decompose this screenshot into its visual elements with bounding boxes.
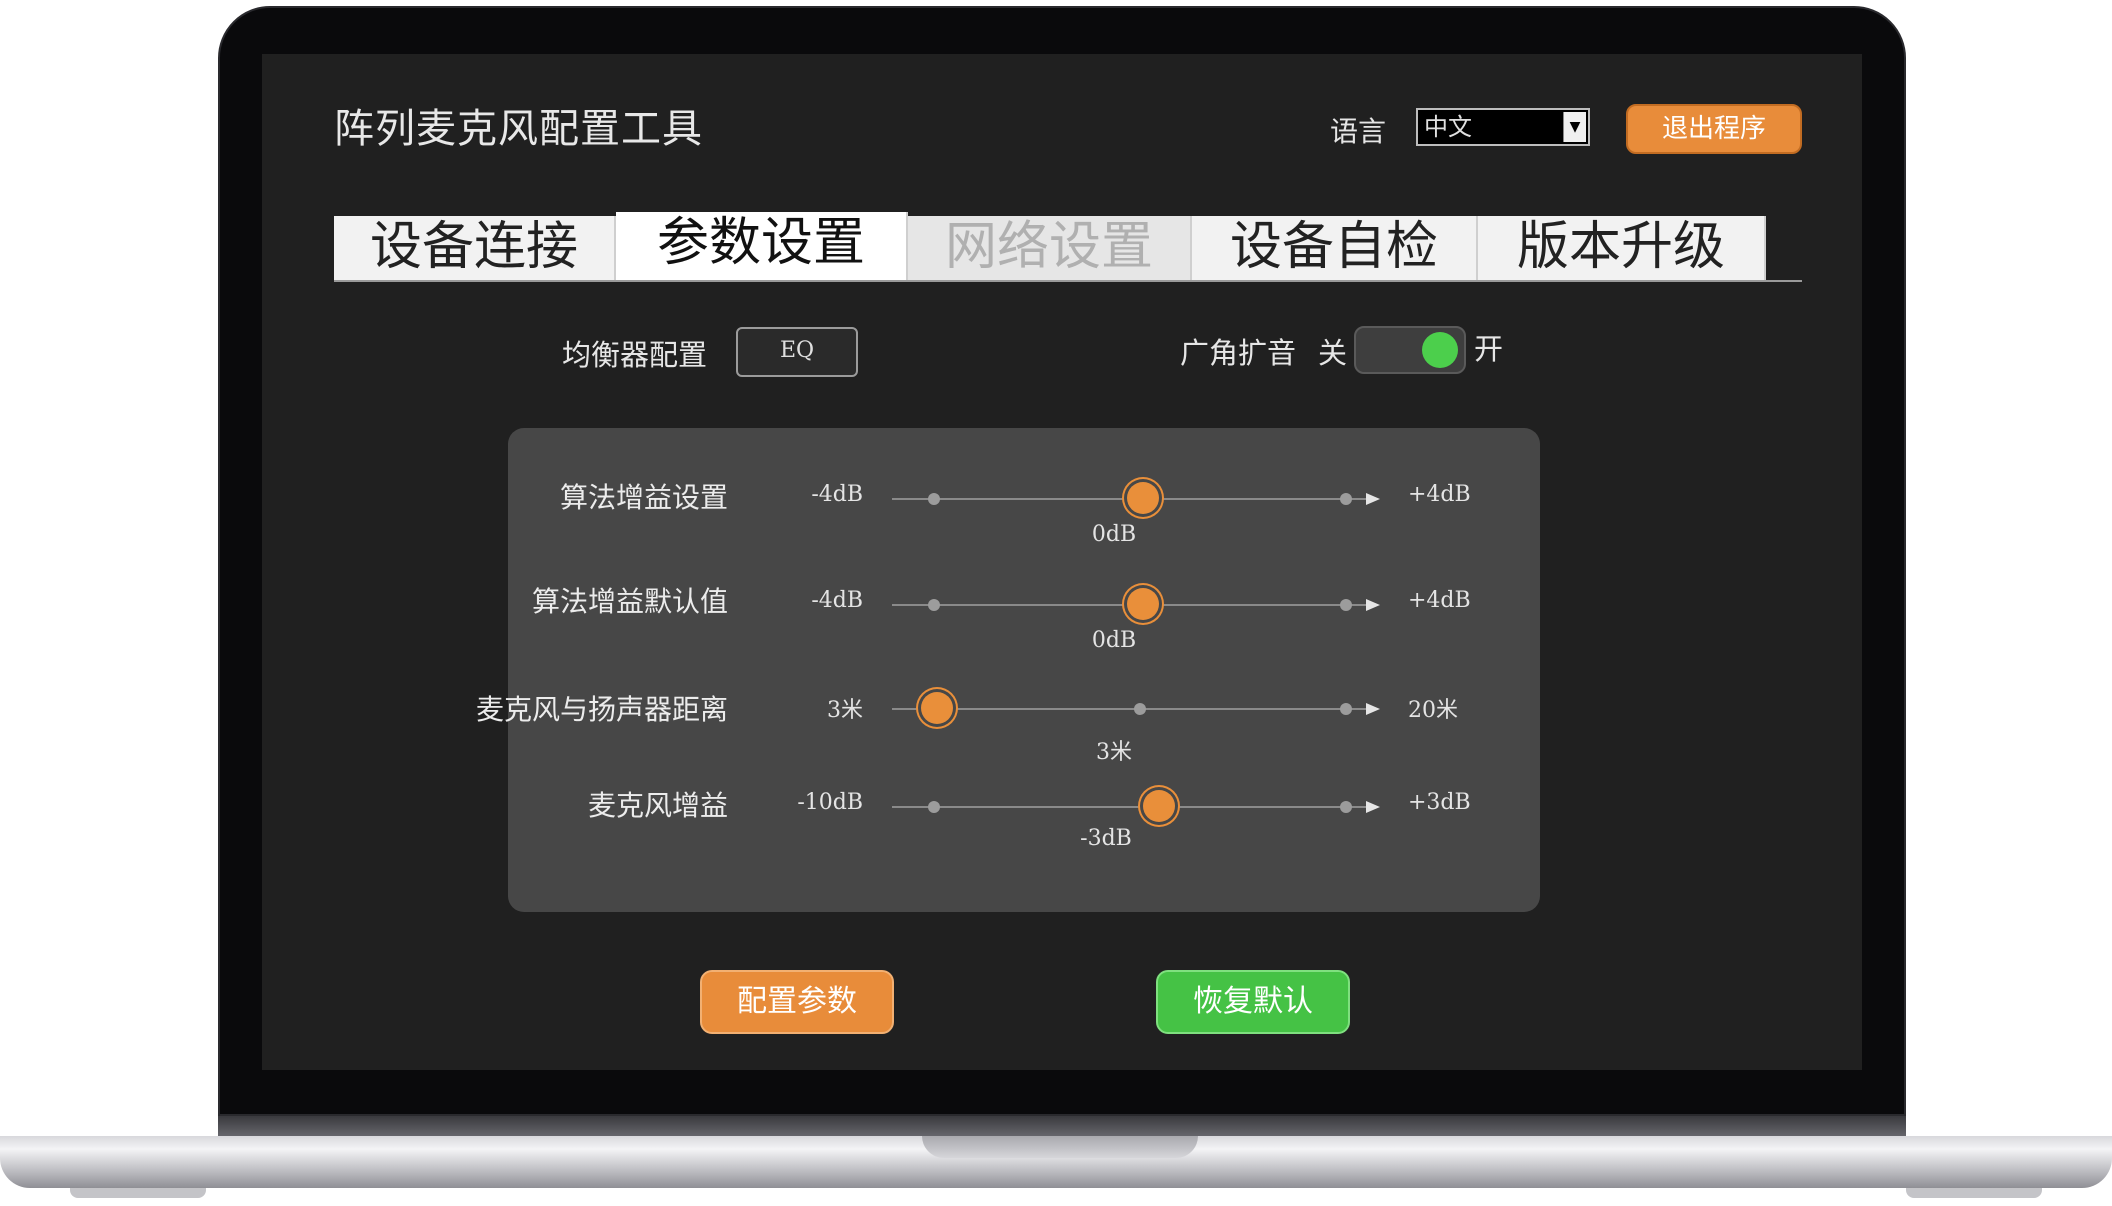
slider-track[interactable] [892, 708, 1368, 710]
slider-max: +4dB [1408, 588, 1471, 613]
slider-tick [928, 493, 940, 505]
wide-angle-label: 广角扩音 [1180, 336, 1297, 370]
slider-thumb[interactable] [921, 692, 953, 724]
slider-track[interactable] [892, 806, 1368, 808]
slider-thumb[interactable] [1127, 482, 1159, 514]
restore-defaults-button[interactable]: 恢复默认 [1156, 970, 1350, 1034]
exit-button[interactable]: 退出程序 [1626, 104, 1802, 154]
slider-tick [1340, 801, 1352, 813]
tab-device-selftest[interactable]: 设备自检 [1192, 216, 1478, 280]
arrow-right-icon [1366, 801, 1380, 813]
apply-config-button[interactable]: 配置参数 [700, 970, 894, 1034]
slider-label: 麦克风与扬声器距离 [475, 693, 728, 726]
tab-device-connection[interactable]: 设备连接 [334, 216, 616, 280]
slider-max: +3dB [1408, 790, 1471, 815]
toggle-on-label: 开 [1474, 332, 1504, 366]
slider-min: -10dB [797, 790, 863, 815]
slider-tick [1340, 703, 1352, 715]
slider-thumb[interactable] [1127, 588, 1159, 620]
eq-button[interactable]: EQ [736, 327, 858, 377]
slider-value: 0dB [1091, 628, 1137, 653]
slider-max: 20米 [1408, 698, 1458, 723]
laptop-foot-left [70, 1188, 206, 1198]
language-value: 中文 [1424, 113, 1472, 141]
app-window: 阵列麦克风配置工具 语言 中文 ▼ 退出程序 设备连接 参数设置 网络设置 设备… [262, 54, 1862, 1070]
slider-tick [1340, 599, 1352, 611]
toggle-off-label: 关 [1318, 336, 1348, 370]
slider-label: 算法增益默认值 [531, 585, 728, 618]
laptop-notch [922, 1136, 1198, 1158]
arrow-right-icon [1366, 493, 1380, 505]
chevron-down-icon[interactable]: ▼ [1563, 112, 1586, 142]
tab-bar: 设备连接 参数设置 网络设置 设备自检 版本升级 [334, 212, 1766, 280]
slider-max: +4dB [1408, 482, 1471, 507]
slider-min: 3米 [827, 698, 863, 723]
eq-label: 均衡器配置 [562, 338, 708, 372]
laptop-hinge [218, 1116, 1906, 1138]
arrow-right-icon [1366, 599, 1380, 611]
language-select[interactable]: 中文 ▼ [1416, 108, 1590, 146]
tab-divider [334, 280, 1802, 282]
slider-value: 3米 [1096, 740, 1132, 765]
tab-network-settings: 网络设置 [908, 216, 1192, 280]
laptop-foot-right [1906, 1188, 2042, 1198]
slider-value: 0dB [1091, 522, 1137, 547]
app-title: 阵列麦克风配置工具 [334, 106, 703, 152]
slider-min: -4dB [811, 588, 863, 613]
slider-tick [928, 599, 940, 611]
slider-label: 算法增益设置 [559, 481, 728, 514]
wide-angle-toggle[interactable] [1354, 326, 1466, 374]
slider-tick [928, 801, 940, 813]
slider-tick [1134, 703, 1146, 715]
slider-tick [1340, 493, 1352, 505]
slider-value: -3dB [1080, 826, 1132, 851]
slider-min: -4dB [811, 482, 863, 507]
language-label: 语言 [1330, 115, 1387, 148]
toggle-knob [1422, 332, 1458, 368]
tab-version-upgrade[interactable]: 版本升级 [1478, 216, 1766, 280]
slider-panel: 算法增益设置 -4dB +4dB 0dB 算法增益默认值 -4dB +4dB 0… [476, 428, 1540, 912]
arrow-right-icon [1366, 703, 1380, 715]
tab-parameter-settings[interactable]: 参数设置 [616, 212, 908, 280]
slider-label: 麦克风增益 [587, 789, 728, 822]
slider-thumb[interactable] [1143, 790, 1176, 822]
